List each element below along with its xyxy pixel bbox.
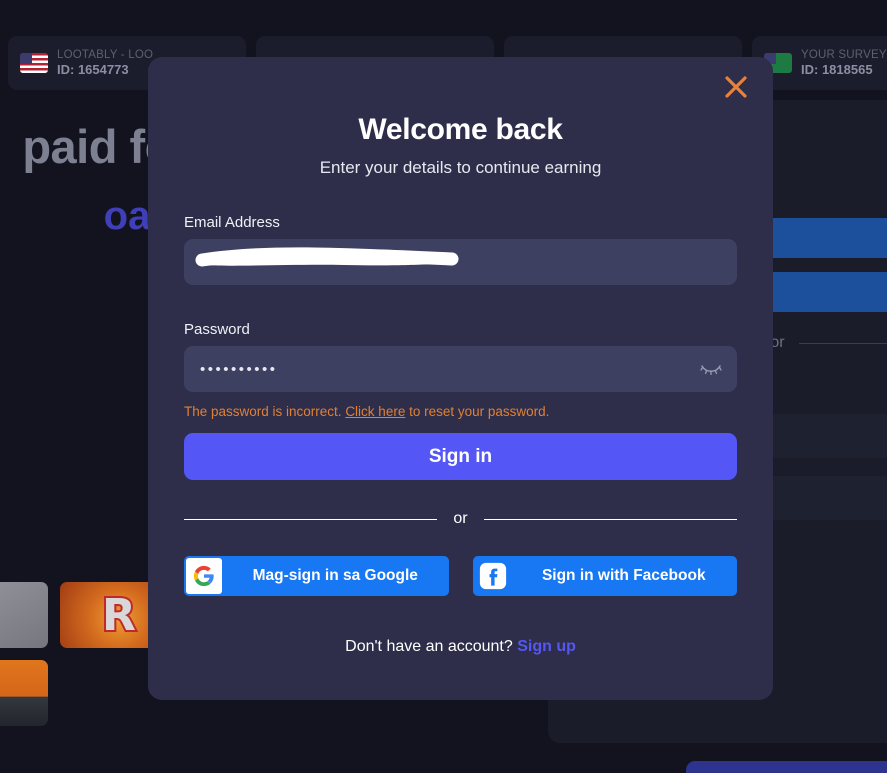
email-redaction-stroke [195, 247, 459, 267]
close-icon[interactable] [721, 72, 751, 102]
offer-thumb-orange[interactable] [0, 660, 48, 726]
us-flag-icon [20, 53, 48, 73]
facebook-signin-label: Sign in with Facebook [541, 567, 706, 584]
ticker-title: YOUR SURVEYS I.. [801, 48, 887, 61]
facebook-icon [475, 558, 511, 594]
google-icon [186, 558, 222, 594]
modal-divider: or [184, 510, 737, 528]
footer-text: Don't have an account? [345, 638, 518, 655]
signin-modal: Welcome back Enter your details to conti… [148, 57, 773, 700]
password-field[interactable]: •••••••••• [184, 346, 737, 392]
app-root: LOOTABLY - LOO ID: 1654773 YOUR SURVEY I… [0, 0, 887, 773]
signup-submit-button[interactable]: Sign up [686, 761, 887, 773]
facebook-signin-button[interactable]: Sign in with Facebook [472, 556, 737, 596]
reset-password-link[interactable]: Click here [345, 404, 405, 419]
eye-off-icon[interactable] [699, 359, 723, 379]
password-error-message: The password is incorrect. Click here to… [184, 404, 737, 419]
password-label: Password [184, 321, 250, 338]
signup-link[interactable]: Sign up [517, 638, 576, 655]
google-signin-button[interactable]: Mag-sign in sa Google [184, 556, 449, 596]
ticker-title: LOOTABLY - LOO [57, 48, 154, 61]
social-login-row: Mag-sign in sa Google Sign in with Faceb… [184, 556, 737, 596]
error-text-after: to reset your password. [405, 404, 550, 419]
ticker-id: ID: 1654773 [57, 62, 129, 78]
google-signin-label: Mag-sign in sa Google [252, 567, 418, 584]
modal-footer: Don't have an account? Sign up [184, 638, 737, 656]
signin-button[interactable]: Sign in [184, 433, 737, 480]
modal-subtitle: Enter your details to continue earning [319, 158, 602, 177]
ticker-id: ID: 1818565 [801, 62, 873, 78]
modal-title: Welcome back [358, 113, 563, 146]
offer-thumb-grey[interactable] [0, 582, 48, 648]
email-label: Email Address [184, 214, 280, 231]
modal-divider-label: or [453, 510, 468, 527]
email-field[interactable] [184, 239, 737, 285]
password-value: •••••••••• [200, 360, 278, 378]
error-text-before: The password is incorrect. [184, 404, 346, 419]
